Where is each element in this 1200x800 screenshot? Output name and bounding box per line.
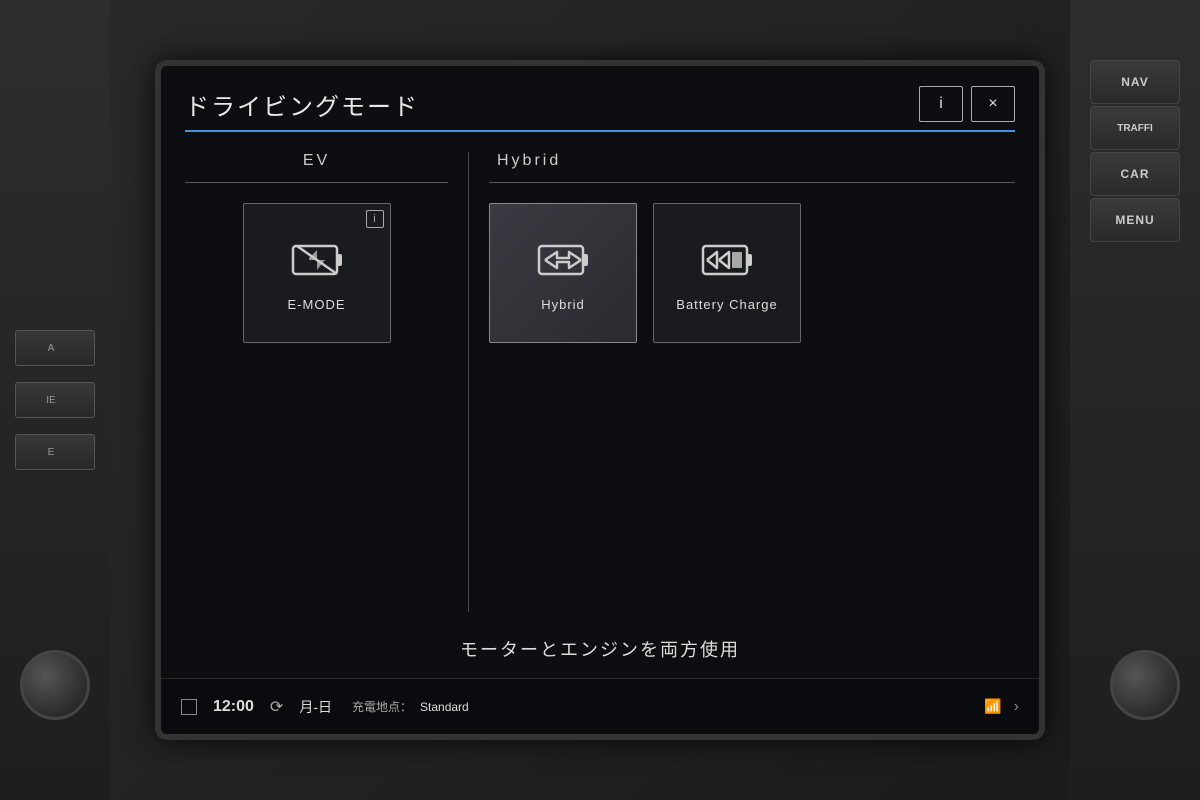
status-arrow-icon[interactable]: › (1014, 698, 1019, 716)
car-unit: A IE E ドライビングモード i × (0, 0, 1200, 800)
left-btn-2[interactable]: IE (15, 382, 95, 418)
ev-divider (185, 182, 448, 183)
left-knob[interactable] (20, 650, 90, 720)
right-panel: NAV TRAFFI CAR MENU (1070, 0, 1200, 800)
status-location-label: 充電地点： (352, 698, 412, 715)
page-title: ドライビングモード (185, 87, 419, 122)
ev-section: EV i (185, 152, 469, 612)
hybrid-divider (489, 182, 1015, 183)
status-wifi-icon: 📶 (984, 698, 1001, 715)
nav-button[interactable]: NAV (1090, 60, 1180, 104)
hybrid-card[interactable]: Hybrid (489, 203, 637, 343)
hybrid-label-card: Hybrid (541, 297, 585, 312)
info-badge: i (366, 210, 384, 228)
close-button[interactable]: × (971, 86, 1015, 122)
status-date: 月-日 (299, 697, 332, 717)
left-btn-1[interactable]: A (15, 330, 95, 366)
info-button[interactable]: i (919, 86, 963, 122)
status-square-icon (181, 699, 197, 715)
traffic-button[interactable]: TRAFFI (1090, 106, 1180, 150)
right-knob[interactable] (1110, 650, 1180, 720)
emode-label: E-MODE (288, 297, 346, 312)
emode-icon (285, 235, 349, 285)
info-icon: i (939, 95, 943, 113)
header-buttons: i × (919, 86, 1015, 122)
left-panel: A IE E (0, 0, 110, 800)
hybrid-label: Hybrid (489, 152, 1015, 170)
mode-description: モーターとエンジンを両方使用 (185, 636, 1015, 662)
left-btn-3[interactable]: E (15, 434, 95, 470)
hybrid-section: Hybrid (469, 152, 1015, 612)
screen-content: ドライビングモード i × EV (161, 66, 1039, 734)
header: ドライビングモード i × (185, 86, 1015, 122)
modes-container: EV i (185, 152, 1015, 612)
status-bar: 12:00 ⟳ 月-日 充電地点： Standard 📶 › (161, 678, 1039, 734)
battery-charge-label: Battery Charge (676, 297, 777, 312)
header-divider (185, 130, 1015, 132)
hybrid-icon (531, 235, 595, 285)
status-sync-icon: ⟳ (270, 697, 283, 717)
status-location-value: Standard (420, 700, 469, 714)
battery-charge-icon (695, 235, 759, 285)
close-icon: × (988, 95, 997, 113)
ev-label: EV (185, 152, 448, 170)
car-button[interactable]: CAR (1090, 152, 1180, 196)
status-time: 12:00 (213, 698, 254, 716)
menu-button[interactable]: MENU (1090, 198, 1180, 242)
emode-card[interactable]: i (243, 203, 391, 343)
battery-charge-card[interactable]: Battery Charge (653, 203, 801, 343)
mode-cards: Hybrid (489, 203, 801, 343)
status-right: 📶 › (984, 698, 1019, 716)
screen-wrapper: ドライビングモード i × EV (155, 60, 1045, 740)
main-display: ドライビングモード i × EV (161, 66, 1039, 678)
